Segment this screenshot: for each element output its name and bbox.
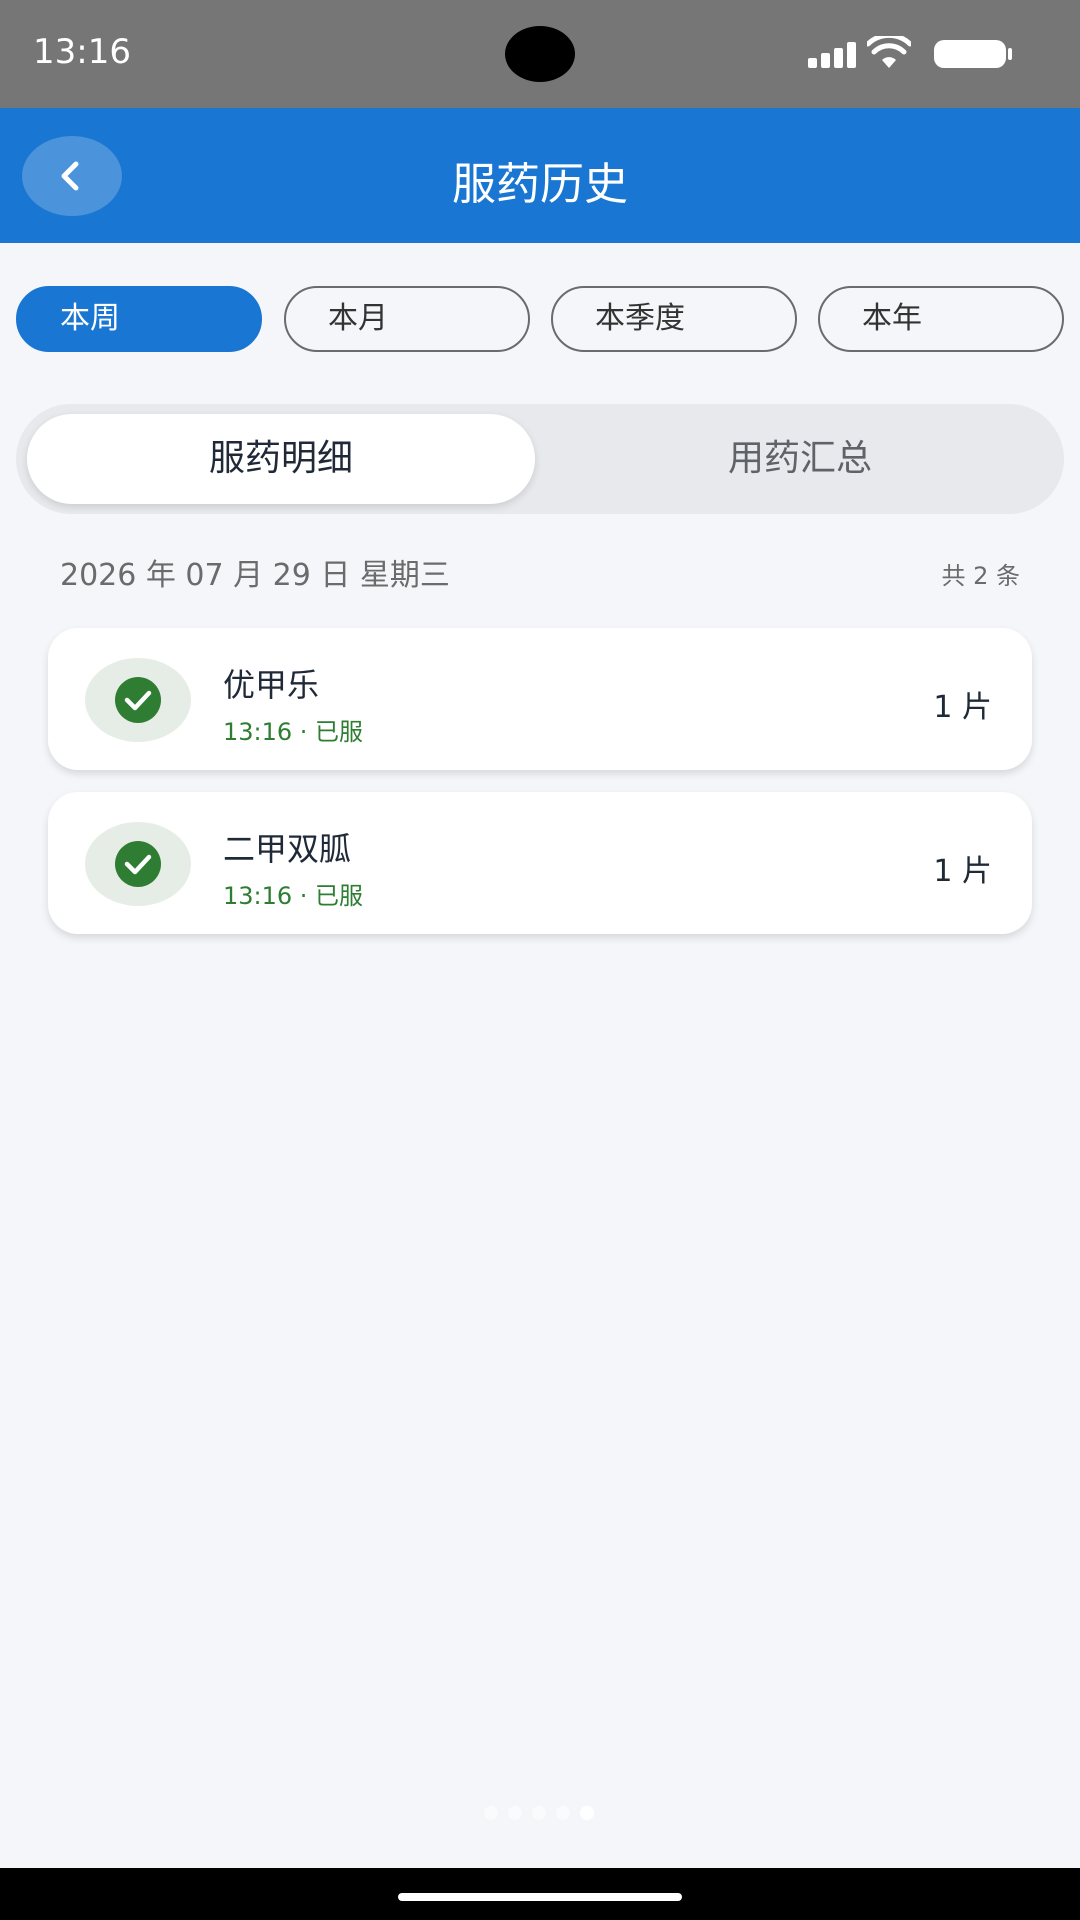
- tab-medication-summary[interactable]: 用药汇总: [546, 414, 1054, 504]
- wifi-icon: [867, 36, 911, 68]
- status-time: 13:16: [33, 32, 131, 72]
- status-bar: 13:16: [0, 0, 1080, 108]
- page-dot: [532, 1806, 546, 1820]
- check-circle-icon: [115, 677, 161, 723]
- filter-chip-week[interactable]: 本周: [16, 286, 262, 352]
- date-group-header: 2026 年 07 月 29 日 星期三 共 2 条: [60, 550, 1020, 593]
- home-indicator[interactable]: [398, 1893, 682, 1901]
- page-indicator: [484, 1806, 604, 1822]
- medication-record-card[interactable]: 优甲乐 13:16 · 已服 1 片: [48, 628, 1032, 770]
- tab-medication-details[interactable]: 服药明细: [27, 414, 535, 504]
- medication-record-card[interactable]: 二甲双胍 13:16 · 已服 1 片: [48, 792, 1032, 934]
- view-segmented-control: 服药明细 用药汇总: [16, 404, 1064, 514]
- app-bar: 服药历史: [0, 108, 1080, 243]
- filter-chip-quarter[interactable]: 本季度: [551, 286, 797, 352]
- medication-name: 优甲乐: [223, 666, 320, 704]
- page-dot: [508, 1806, 522, 1820]
- medication-dose: 1 片: [933, 854, 992, 889]
- medication-name: 二甲双胍: [223, 830, 352, 868]
- system-nav-bar: [0, 1868, 1080, 1920]
- filter-chip-year[interactable]: 本年: [818, 286, 1064, 352]
- signal-icon: [808, 42, 856, 68]
- taken-status-badge: [85, 658, 191, 742]
- front-camera: [505, 26, 575, 82]
- group-date: 2026 年 07 月 29 日 星期三: [60, 558, 450, 593]
- filter-chip-month[interactable]: 本月: [284, 286, 530, 352]
- page-title: 服药历史: [452, 159, 628, 210]
- page-dot: [556, 1806, 570, 1820]
- taken-status-badge: [85, 822, 191, 906]
- page-dot: [484, 1806, 498, 1820]
- medication-taken-status: 13:16 · 已服: [223, 718, 364, 746]
- check-circle-icon: [115, 841, 161, 887]
- page-dot-active: [580, 1806, 594, 1820]
- battery-icon: [934, 40, 1012, 68]
- period-filter-group: 本周 本月 本季度 本年: [16, 286, 1064, 352]
- medication-dose: 1 片: [933, 690, 992, 725]
- group-count: 共 2 条: [941, 562, 1020, 590]
- medication-taken-status: 13:16 · 已服: [223, 882, 364, 910]
